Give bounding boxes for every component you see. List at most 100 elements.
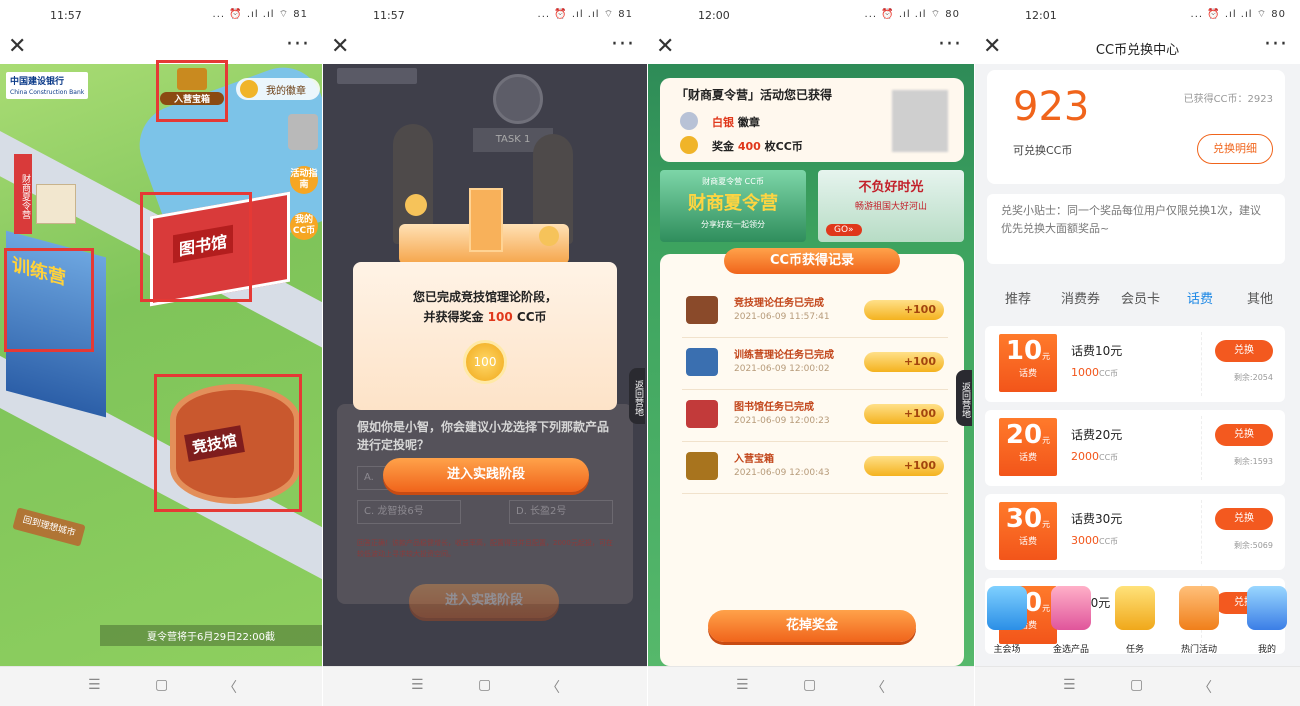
building-icon xyxy=(469,188,503,252)
redeem-button[interactable]: 兑换 xyxy=(1215,424,1273,446)
more-icon[interactable]: ··· xyxy=(1264,32,1288,57)
menu-icon[interactable]: ☰ xyxy=(1063,677,1076,693)
dock-selected-products[interactable]: 金选产品 xyxy=(1041,586,1101,655)
option-d[interactable]: D. 长盈2号 xyxy=(509,500,613,524)
travel-banner[interactable]: 不负好时光 畅游祖国大好河山 GO» xyxy=(818,170,964,242)
record-title: 图书馆任务已完成 xyxy=(734,402,814,413)
earned-card: 「财商夏令营」活动您已获得 白银 徽章 奖金 400 枚CC币 xyxy=(660,78,964,162)
status-bar: 11:57 ... ⏰ .ıl .ıl ⌔ 81 xyxy=(323,0,647,32)
android-nav: ☰ ▢ 〈 xyxy=(323,666,647,706)
my-badge-button[interactable]: 我的徽章 xyxy=(236,78,320,100)
home-icon[interactable]: ▢ xyxy=(1130,677,1143,693)
tab-membership[interactable]: 会员卡 xyxy=(1121,288,1160,307)
option-c[interactable]: C. 龙智投6号 xyxy=(357,500,461,524)
exchange-detail-button[interactable]: 兑换明细 xyxy=(1197,134,1273,164)
record-icon xyxy=(686,348,718,376)
guide-button[interactable]: 活动指南 xyxy=(290,166,318,194)
back-icon[interactable]: 〈 xyxy=(546,677,560,697)
android-nav: ☰ ▢ 〈 xyxy=(648,666,974,706)
dock-hot-activities[interactable]: 热门活动 xyxy=(1169,586,1229,655)
back-icon[interactable]: 〈 xyxy=(1198,677,1212,697)
prize-card: 20元 话费 话费20元 2000CC币 兑换 剩余:1593 xyxy=(985,410,1285,486)
return-city-sign[interactable]: 回到理想城市 xyxy=(12,507,86,547)
redeem-button[interactable]: 兑换 xyxy=(1215,508,1273,530)
status-icons: ... ⏰ .ıl .ıl ⌔ 81 xyxy=(212,9,308,20)
menu-icon[interactable]: ☰ xyxy=(736,677,749,693)
remaining-stock: 剩余:5069 xyxy=(1233,541,1273,550)
status-time: 12:01 xyxy=(1025,9,1057,22)
exchange-tip: 兑奖小贴士：同一个奖品每位用户仅限兑换1次，建议优先兑换大面额奖品~ xyxy=(987,194,1285,264)
screen-cc-exchange: 12:01 ... ⏰ .ıl .ıl ⌔ 80 ✕ CC币兑换中心 ··· 9… xyxy=(975,0,1300,706)
prize-price: 1000CC币 xyxy=(1071,366,1119,379)
menu-icon[interactable]: ☰ xyxy=(411,677,424,693)
record-row: 入营宝箱 2021-06-09 12:00:43 +100 xyxy=(682,444,948,494)
face-value-tag: 30元 话费 xyxy=(999,502,1057,560)
tab-phone-credit[interactable]: 话费 xyxy=(1187,288,1213,307)
screen-cc-records: 12:00 ... ⏰ .ıl .ıl ⌔ 80 ✕ ··· 「财商夏令营」活动… xyxy=(648,0,974,706)
dock-main-venue[interactable]: 主会场 xyxy=(977,586,1037,655)
tab-recommend[interactable]: 推荐 xyxy=(1005,288,1031,307)
tab-coupon[interactable]: 消费券 xyxy=(1061,288,1100,307)
return-camp-tab[interactable]: 返回营地 xyxy=(956,370,972,426)
record-amount: +100 xyxy=(864,352,944,372)
bonus-line: 奖金 400 枚CC币 xyxy=(712,140,803,153)
redeem-button[interactable]: 兑换 xyxy=(1215,340,1273,362)
record-row: 图书馆任务已完成 2021-06-09 12:00:23 +100 xyxy=(682,392,948,442)
more-icon[interactable]: ··· xyxy=(611,32,635,57)
avatar xyxy=(288,114,318,150)
answer-hint: 回答正确！该款产品稳健增长，收益率高，配置得当并且配置，2000元起投，可在较低… xyxy=(357,539,613,558)
coin-icon xyxy=(405,194,427,216)
earned-total: 已获得CC币：2923 xyxy=(1183,94,1273,105)
tab-other[interactable]: 其他 xyxy=(1247,288,1273,307)
back-icon[interactable]: 〈 xyxy=(871,677,885,697)
close-icon[interactable]: ✕ xyxy=(8,34,26,59)
enter-practice-button[interactable]: 进入实践阶段 xyxy=(383,458,589,492)
home-icon[interactable]: ▢ xyxy=(803,677,816,693)
remaining-stock: 剩余:2054 xyxy=(1233,373,1273,382)
record-icon xyxy=(686,452,718,480)
spend-bonus-button[interactable]: 花掉奖金 xyxy=(708,610,916,642)
close-icon[interactable]: ✕ xyxy=(656,34,674,59)
return-camp-tab[interactable]: 返回营地 xyxy=(629,368,645,424)
close-icon[interactable]: ✕ xyxy=(331,34,349,59)
question-text: 假如你是小智，你会建议小龙选择下列那款产品进行定投呢？ xyxy=(357,420,610,452)
annotation-box xyxy=(140,192,252,302)
building-illustration xyxy=(399,184,569,264)
modal-line1: 您已完成竞技馆理论阶段， xyxy=(412,290,557,304)
prize-price: 3000CC币 xyxy=(1071,534,1119,547)
megaphone-icon xyxy=(1179,586,1219,630)
more-icon[interactable]: ··· xyxy=(938,32,962,57)
dock-tasks[interactable]: 任务 xyxy=(1105,586,1165,655)
dock-mine[interactable]: 我的 xyxy=(1237,586,1297,655)
record-icon xyxy=(686,296,718,324)
more-icon[interactable]: ··· xyxy=(286,32,310,57)
balance-label: 可兑换CC币 xyxy=(1013,144,1073,157)
summer-camp-banner[interactable]: 财商夏令营 CC币 财商夏令营 分享好友一起领分 xyxy=(660,170,806,242)
balance-value: 923 xyxy=(1013,84,1090,130)
prize-card: 30元 话费 话费30元 3000CC币 兑换 剩余:5069 xyxy=(985,494,1285,570)
record-date: 2021-06-09 11:57:41 xyxy=(734,312,830,322)
status-bar: 12:00 ... ⏰ .ıl .ıl ⌔ 80 xyxy=(648,0,974,32)
page-title: CC币兑换中心 xyxy=(1095,43,1180,58)
record-date: 2021-06-09 12:00:23 xyxy=(734,416,830,426)
home-icon[interactable]: ▢ xyxy=(155,677,168,693)
home-icon[interactable]: ▢ xyxy=(478,677,491,693)
badge-line: 白银 徽章 xyxy=(712,116,760,129)
android-nav: ☰ ▢ 〈 xyxy=(975,666,1300,706)
camp-end-notice: 夏令营将于6月29日22:00截 xyxy=(100,625,322,646)
coin-icon xyxy=(539,226,559,246)
my-cc-button[interactable]: 我的CC币 xyxy=(290,212,318,240)
prize-price: 2000CC币 xyxy=(1071,450,1119,463)
record-date: 2021-06-09 12:00:02 xyxy=(734,364,830,374)
campus-map: 图书馆 训练营 竞技馆 财商夏令营 回到理想城市 夏令营将于6月29日22:00… xyxy=(0,56,322,666)
record-amount: +100 xyxy=(864,404,944,424)
trophy-icon xyxy=(1115,586,1155,630)
records-title: CC币获得记录 xyxy=(724,248,900,274)
status-icons: ... ⏰ .ıl .ıl ⌔ 81 xyxy=(537,9,633,20)
prize-card: 10元 话费 话费10元 1000CC币 兑换 剩余:2054 xyxy=(985,326,1285,402)
back-icon[interactable]: 〈 xyxy=(223,677,237,697)
menu-icon[interactable]: ☰ xyxy=(88,677,101,693)
face-value-tag: 20元 话费 xyxy=(999,418,1057,476)
face-value-tag: 10元 话费 xyxy=(999,334,1057,392)
record-date: 2021-06-09 12:00:43 xyxy=(734,468,830,478)
